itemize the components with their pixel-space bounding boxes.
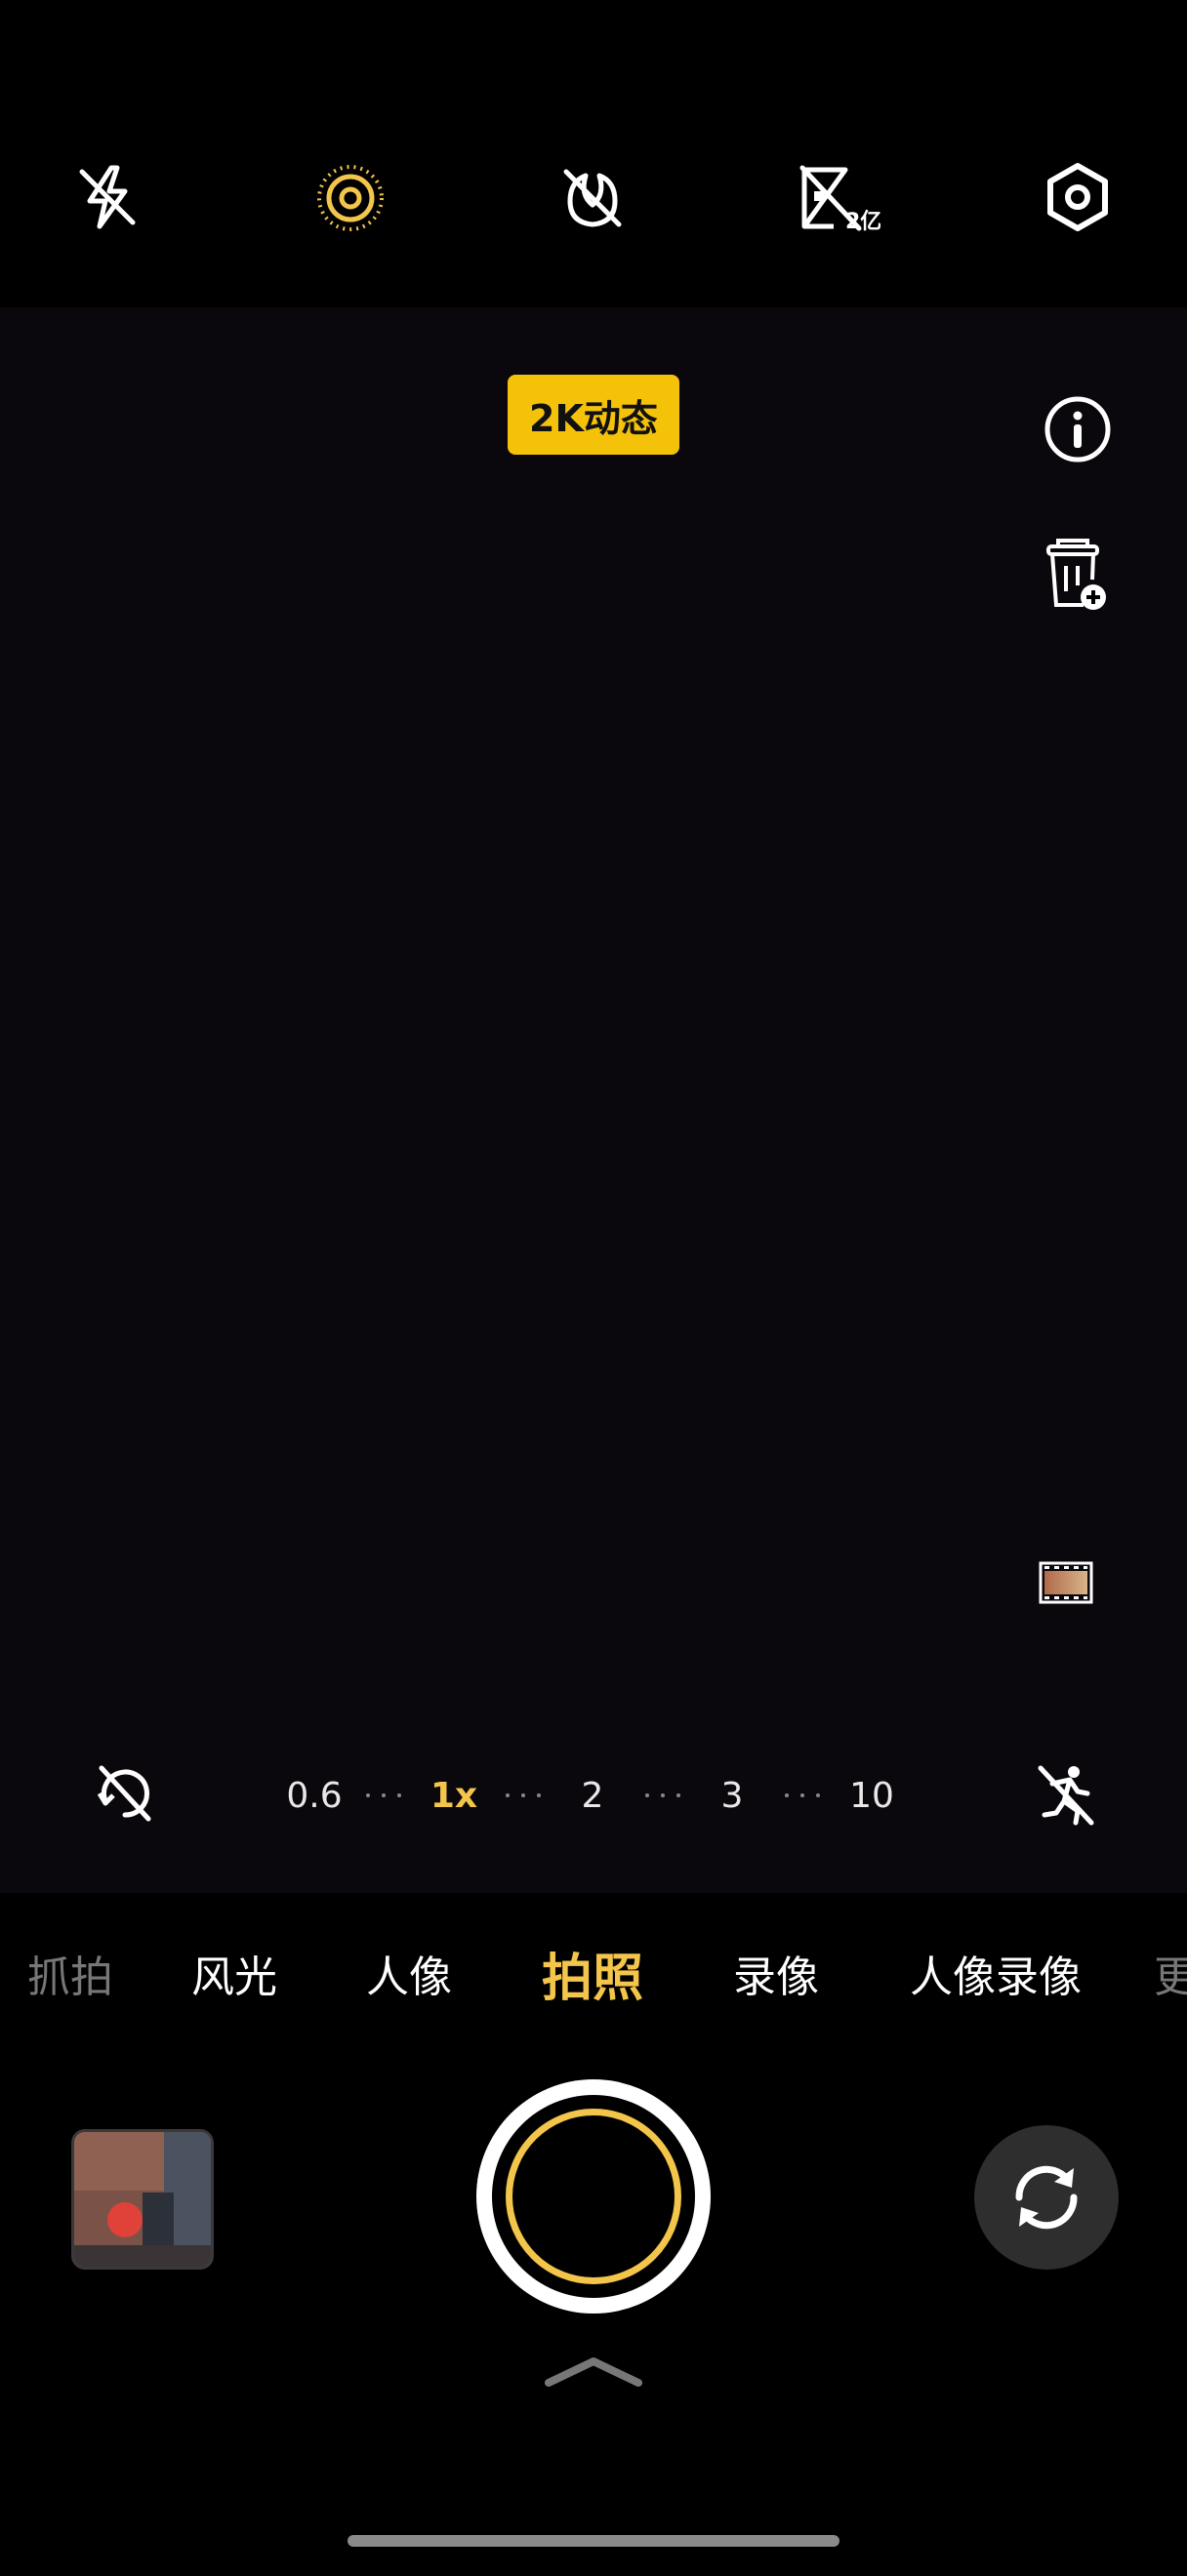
zoom-dots: [785, 1793, 820, 1799]
high-res-label: 2亿: [845, 210, 880, 234]
flash-off-icon[interactable]: [72, 162, 143, 232]
gallery-thumbnail[interactable]: [71, 2129, 214, 2270]
motion-capture-off-icon[interactable]: [1035, 1762, 1097, 1827]
dynamic-2k-badge[interactable]: 2K动态: [508, 375, 679, 455]
filter-preview-icon[interactable]: [1039, 1561, 1093, 1604]
shutter-inner: [492, 2095, 695, 2298]
zoom-3[interactable]: 3: [693, 1756, 771, 1834]
high-res-200mp-icon[interactable]: 2亿: [798, 162, 880, 234]
shutter-button[interactable]: [476, 2079, 711, 2314]
zoom-dots: [506, 1793, 541, 1799]
mode-landscape[interactable]: 风光: [191, 1934, 277, 2012]
mode-portrait[interactable]: 人像: [366, 1934, 452, 2012]
switch-camera-button[interactable]: [974, 2125, 1119, 2270]
zoom-dots: [366, 1793, 401, 1799]
mode-photo[interactable]: 拍照: [542, 1934, 643, 2012]
ai-off-icon[interactable]: [556, 162, 629, 234]
info-icon[interactable]: [1043, 394, 1113, 464]
zoom-1x[interactable]: 1x: [415, 1756, 493, 1834]
chevron-up-icon[interactable]: [543, 2354, 644, 2389]
zoom-2[interactable]: 2: [553, 1756, 632, 1834]
zoom-dots: [645, 1793, 680, 1799]
home-indicator[interactable]: [348, 2535, 839, 2547]
mode-more[interactable]: 更: [1154, 1934, 1187, 2012]
viewfinder[interactable]: [0, 307, 1187, 1893]
mode-video[interactable]: 录像: [733, 1934, 819, 2012]
zoom-0.6[interactable]: 0.6: [275, 1756, 353, 1834]
switch-camera-icon: [1003, 2154, 1089, 2240]
mode-portrait-video[interactable]: 人像录像: [910, 1934, 1082, 2012]
mode-selector: 抓拍 风光 人像 拍照 录像 人像录像 更: [0, 1934, 1187, 2012]
top-toolbar: 2亿: [0, 0, 1187, 307]
zoom-10[interactable]: 10: [833, 1756, 911, 1834]
mode-snapshot[interactable]: 抓拍: [27, 1934, 113, 2012]
shutter-ring: [506, 2109, 681, 2284]
watermark-add-icon[interactable]: [1044, 537, 1109, 613]
settings-icon[interactable]: [1044, 162, 1111, 232]
zoom-selector: 0.6 1x 2 3 10: [0, 1756, 1187, 1834]
live-photo-icon[interactable]: [314, 162, 387, 234]
